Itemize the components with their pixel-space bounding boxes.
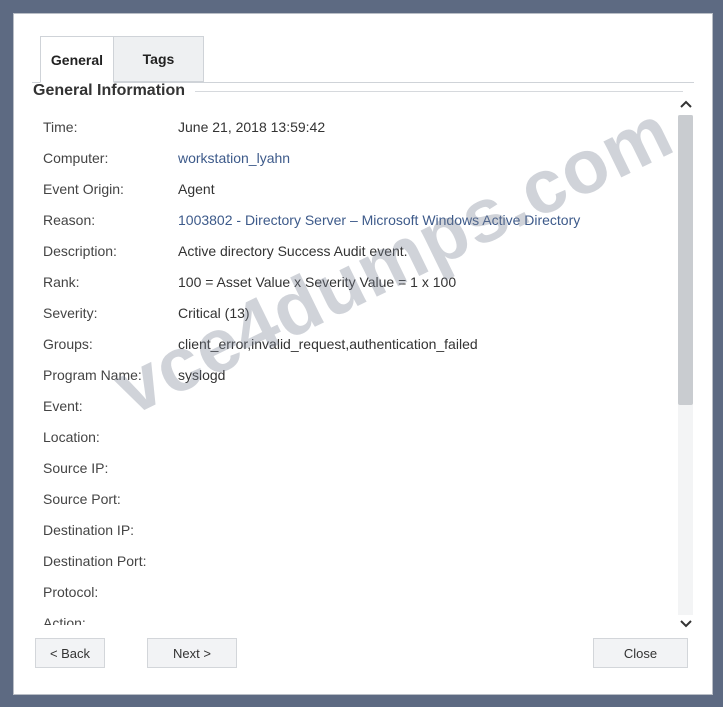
close-button[interactable]: Close — [593, 638, 688, 668]
field-value: syslogd — [178, 367, 226, 383]
field-row-location: Location: — [43, 426, 178, 448]
section-header: General Information — [33, 80, 683, 102]
field-row-reason: Reason: 1003802 - Directory Server – Mic… — [43, 209, 580, 231]
field-label: Program Name: — [43, 367, 142, 383]
field-label: Event: — [43, 398, 83, 414]
field-row-program-name: Program Name: syslogd — [43, 364, 225, 386]
field-row-action: Action: — [43, 612, 178, 625]
tab-general[interactable]: General — [40, 36, 114, 83]
field-value: June 21, 2018 13:59:42 — [178, 119, 326, 135]
field-label: Description: — [43, 243, 117, 259]
field-row-destination-ip: Destination IP: — [43, 519, 178, 541]
field-row-event-origin: Event Origin: Agent — [43, 178, 215, 200]
field-row-description: Description: Active directory Success Au… — [43, 240, 408, 262]
field-row-protocol: Protocol: — [43, 581, 178, 603]
field-label: Severity: — [43, 305, 98, 321]
section-title: General Information — [33, 82, 186, 99]
field-label: Destination Port: — [43, 553, 147, 569]
field-row-groups: Groups: client_error,invalid_request,aut… — [43, 333, 478, 355]
field-value: client_error,invalid_request,authenticat… — [178, 336, 478, 352]
field-row-destination-port: Destination Port: — [43, 550, 178, 572]
back-button[interactable]: < Back — [35, 638, 105, 668]
field-label: Location: — [43, 429, 100, 445]
field-row-event: Event: — [43, 395, 178, 417]
field-row-source-ip: Source IP: — [43, 457, 178, 479]
field-label: Computer: — [43, 150, 109, 166]
section-divider — [195, 90, 683, 92]
field-label: Protocol: — [43, 584, 99, 600]
field-label: Destination IP: — [43, 522, 135, 538]
field-row-rank: Rank: 100 = Asset Value x Severity Value… — [43, 271, 456, 293]
field-row-computer: Computer: workstation_lyahn — [43, 147, 290, 169]
field-label: Groups: — [43, 336, 93, 352]
field-label: Event Origin: — [43, 181, 124, 197]
general-info-panel: Time: June 21, 2018 13:59:42 Computer: w… — [33, 100, 678, 625]
tab-tags[interactable]: Tags — [114, 36, 204, 82]
field-label: Source IP: — [43, 460, 109, 476]
field-row-time: Time: June 21, 2018 13:59:42 — [43, 116, 325, 138]
field-value: 100 = Asset Value x Severity Value = 1 x… — [178, 274, 457, 290]
next-button[interactable]: Next > — [147, 638, 237, 668]
chevron-down-icon[interactable] — [676, 615, 696, 633]
computer-link[interactable]: workstation_lyahn — [178, 150, 290, 166]
field-row-source-port: Source Port: — [43, 488, 178, 510]
field-value: Critical (13) — [178, 305, 250, 321]
field-label: Action: — [43, 615, 86, 625]
field-label: Time: — [43, 119, 78, 135]
dialog-footer: < Back Next > Close — [15, 638, 708, 672]
field-label: Reason: — [43, 212, 96, 228]
field-value: Active directory Success Audit event. — [178, 243, 408, 259]
field-label: Source Port: — [43, 491, 121, 507]
scroll-thumb[interactable] — [678, 115, 693, 405]
field-value: Agent — [178, 181, 215, 197]
vertical-scrollbar[interactable] — [676, 95, 696, 635]
reason-link[interactable]: 1003802 - Directory Server – Microsoft W… — [178, 212, 580, 228]
tab-bar: General Tags — [32, 32, 694, 83]
field-row-severity: Severity: Critical (13) — [43, 302, 250, 324]
field-label: Rank: — [43, 274, 80, 290]
chevron-up-icon[interactable] — [676, 95, 696, 113]
